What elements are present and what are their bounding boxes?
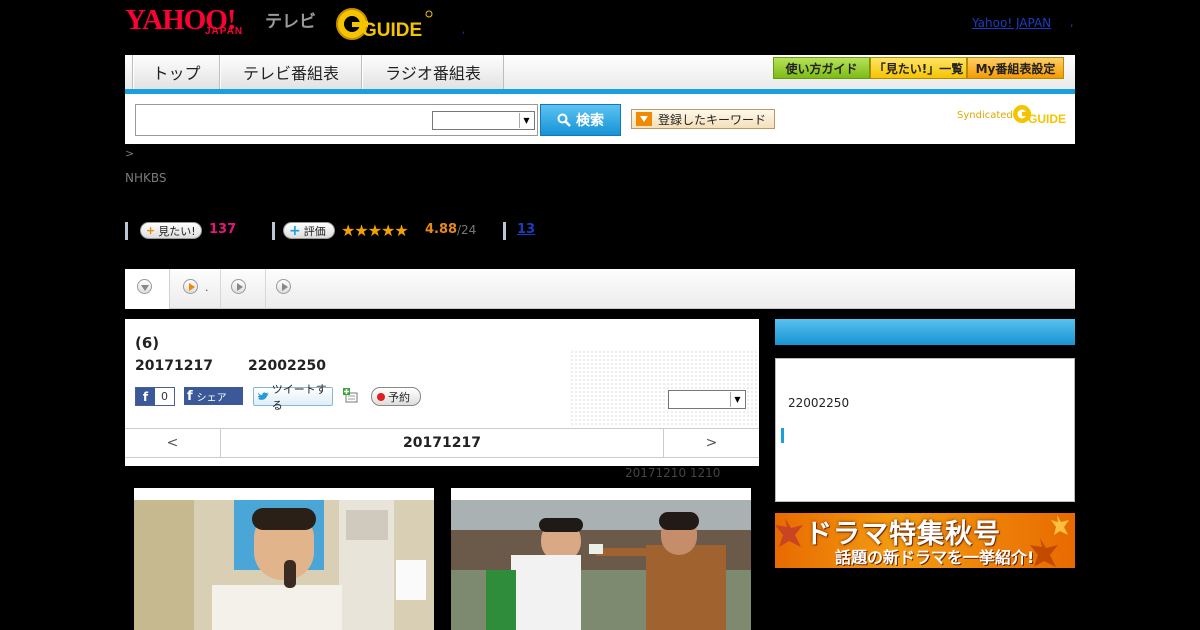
- sub-tab-2[interactable]: .: [172, 269, 220, 309]
- rating-stars-icon: ★★★★★: [341, 221, 409, 240]
- tab-top[interactable]: トップ: [133, 55, 220, 89]
- facebook-share-button[interactable]: f シェア: [184, 387, 243, 405]
- gguide-logo-icon: GUIDE: [336, 8, 433, 41]
- scene-photo-2[interactable]: [451, 488, 751, 630]
- registered-keyword-button[interactable]: 登録したキーワード: [631, 109, 775, 129]
- header-separator-right: ,: [1070, 16, 1074, 29]
- sidebar-header: [775, 319, 1075, 345]
- tab-tv-schedule[interactable]: テレビ番組表: [220, 55, 362, 89]
- current-date: 20171217: [403, 435, 481, 451]
- episode-date: 20171217: [135, 358, 213, 374]
- watchlist-button[interactable]: 「見たい!」一覧: [870, 57, 967, 79]
- panel-pattern: [570, 350, 759, 425]
- sidebar-time: 22002250: [788, 396, 850, 410]
- record-icon: [377, 392, 385, 401]
- yahoo-japan-logo-text: JAPAN: [205, 26, 244, 37]
- scene-photo-1[interactable]: [134, 488, 434, 630]
- facebook-icon: f: [136, 388, 155, 405]
- sub-tab-2-label: .: [205, 281, 209, 294]
- want-to-watch-label: 見たい!: [158, 224, 196, 238]
- search-category-select[interactable]: ▼: [432, 111, 535, 130]
- want-to-watch-button[interactable]: + 見たい!: [140, 222, 202, 239]
- gguide-logo[interactable]: GUIDE: [335, 7, 435, 41]
- chevron-down-icon: ▼: [519, 113, 533, 128]
- divider: [272, 222, 275, 240]
- add-list-icon: [343, 388, 358, 403]
- banner-subtitle: 話題の新ドラマを一挙紹介!: [835, 548, 1035, 567]
- next-date-button[interactable]: >: [664, 428, 759, 458]
- scene-photo-2-image: [451, 500, 751, 630]
- facebook-like-count: 0: [161, 390, 168, 403]
- add-to-list-button[interactable]: [343, 388, 359, 404]
- reserve-recording-button[interactable]: 予約: [371, 387, 421, 406]
- rating-total: /24: [457, 223, 477, 237]
- play-circle-icon: [231, 279, 246, 294]
- registered-keyword-label: 登録したキーワード: [658, 112, 767, 127]
- facebook-like-button[interactable]: f 0: [135, 387, 175, 406]
- nav-left-edge: [125, 55, 133, 89]
- sub-tab-active[interactable]: [125, 269, 170, 309]
- my-schedule-settings-button[interactable]: My番組表設定: [967, 57, 1064, 79]
- gguide-small-logo-icon: GUIDE: [1013, 105, 1066, 126]
- divider: [503, 222, 506, 240]
- rate-label: 評価: [303, 224, 326, 238]
- reserve-label: 予約: [388, 390, 410, 404]
- rating-value: 4.88: [425, 222, 458, 237]
- facebook-icon: f: [187, 388, 193, 404]
- play-circle-icon: [183, 279, 198, 294]
- header-separator: ,: [462, 25, 466, 36]
- scene-photo-1-image: [134, 500, 434, 630]
- plus-icon: +: [289, 222, 301, 239]
- search-button-label: 検索: [576, 113, 604, 129]
- episode-select[interactable]: ▼: [668, 390, 746, 409]
- syndicated-logo-text: GUIDE: [1028, 112, 1066, 126]
- play-circle-icon: [276, 279, 291, 294]
- sidebar-box: [775, 358, 1075, 502]
- sidebar-accent-mark: [781, 428, 784, 443]
- rate-button[interactable]: + 評価: [283, 222, 335, 239]
- breadcrumb[interactable]: >: [125, 147, 134, 160]
- facebook-share-label: シェア: [196, 392, 227, 404]
- comments-link[interactable]: 13: [517, 222, 535, 237]
- want-to-watch-count: 137: [209, 222, 237, 237]
- page: YAHOO! JAPAN テレビ GUIDE , Yahoo! JAPAN , …: [0, 0, 1200, 630]
- tweet-label: ツイートする: [271, 382, 327, 412]
- channel-name: NHKBS: [125, 171, 167, 185]
- search-icon: [557, 113, 571, 127]
- chevron-down-circle-icon: [137, 279, 152, 294]
- tweet-button[interactable]: ツイートする: [253, 383, 333, 412]
- usage-guide-button[interactable]: 使い方ガイド: [773, 57, 870, 79]
- prev-date-button[interactable]: <: [125, 428, 220, 458]
- search-button[interactable]: 検索: [540, 104, 621, 136]
- chevron-down-icon: ▼: [730, 392, 744, 407]
- divider: [125, 222, 128, 240]
- tab-radio-schedule[interactable]: ラジオ番組表: [362, 55, 504, 89]
- syndicated-label: Syndicated: [957, 110, 1013, 121]
- plus-icon: +: [146, 224, 156, 237]
- previous-broadcast-info: 20171210 1210: [625, 466, 721, 480]
- tv-logo-text: テレビ: [265, 12, 316, 32]
- twitter-bird-icon: [257, 392, 269, 400]
- gguide-logo-text: GUIDE: [362, 20, 422, 41]
- episode-title: (6): [135, 334, 160, 352]
- sub-tab-3[interactable]: [221, 269, 265, 309]
- episode-time: 22002250: [248, 358, 326, 374]
- sub-tab-4[interactable]: [266, 269, 310, 309]
- syndicated-gguide-logo: GUIDE: [1012, 102, 1068, 126]
- dropdown-arrow-icon: [636, 112, 652, 126]
- yahoo-japan-link[interactable]: Yahoo! JAPAN: [972, 16, 1051, 30]
